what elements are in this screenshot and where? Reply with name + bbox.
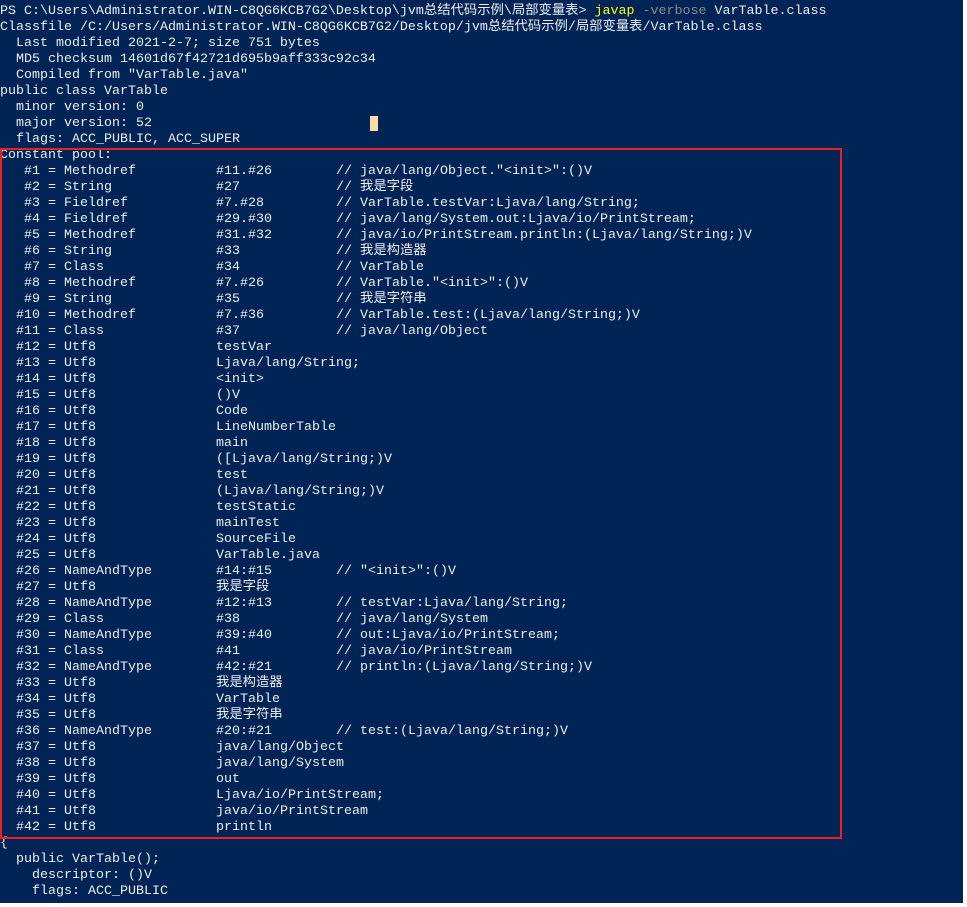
- text-cursor: [370, 116, 378, 131]
- output-line: Last modified 2021-2-7; size 751 bytes: [0, 36, 320, 51]
- highlight-box: [0, 148, 842, 839]
- command: javap: [594, 4, 635, 19]
- output-line: public class VarTable: [0, 84, 168, 99]
- output-line: major version: 52: [0, 116, 152, 131]
- output-line: Compiled from "VarTable.java": [0, 68, 248, 83]
- output-line: public VarTable();: [0, 852, 160, 867]
- command-line: PS C:\Users\Administrator.WIN-C8QG6KCB7G…: [0, 4, 827, 20]
- output-line: flags: ACC_PUBLIC, ACC_SUPER: [0, 132, 240, 147]
- output-line: descriptor: ()V: [0, 868, 152, 883]
- command-argument: VarTable.class: [714, 4, 827, 19]
- command-flag: -verbose: [642, 4, 707, 19]
- output-line: Classfile /C:/Users/Administrator.WIN-C8…: [0, 20, 763, 35]
- output-line: flags: ACC_PUBLIC: [0, 884, 168, 899]
- output-line: MD5 checksum 14601d67f42721d695b9aff333c…: [0, 52, 376, 67]
- prompt: PS C:\Users\Administrator.WIN-C8QG6KCB7G…: [0, 4, 595, 19]
- powershell-terminal[interactable]: PS C:\Users\Administrator.WIN-C8QG6KCB7G…: [0, 0, 963, 903]
- output-line: minor version: 0: [0, 100, 144, 115]
